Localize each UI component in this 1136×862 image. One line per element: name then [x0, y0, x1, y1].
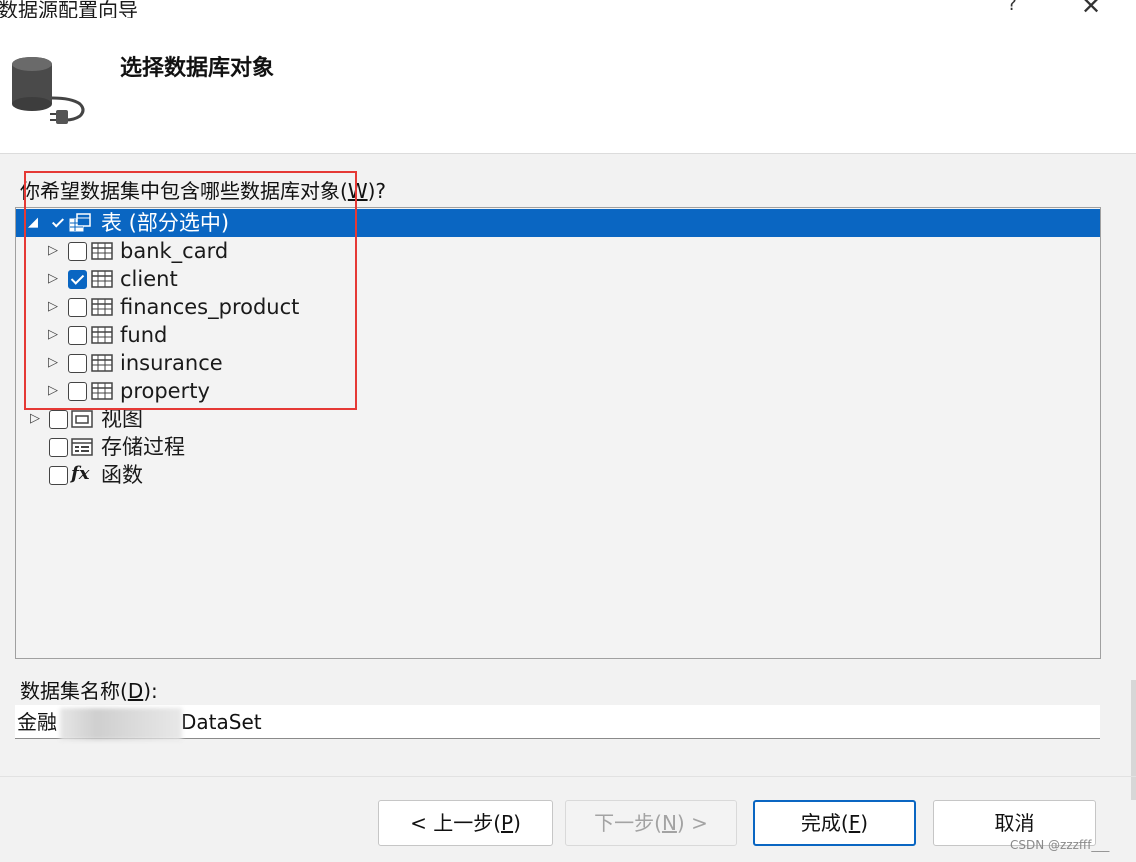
finish-button-suffix: ) [860, 811, 869, 835]
expand-arrow-icon[interactable]: ▷ [46, 377, 60, 405]
expand-arrow-icon[interactable]: ▷ [46, 293, 60, 321]
objects-question-label: 你希望数据集中包含哪些数据库对象(W)? [20, 175, 386, 204]
finish-button-mnemonic: F [848, 811, 861, 835]
dataset-name-suffix: DataSet [181, 710, 262, 734]
table-checkbox[interactable] [68, 382, 87, 401]
back-button[interactable]: < 上一步(P) [378, 800, 553, 846]
view-icon [71, 410, 93, 428]
tables-icon [69, 213, 91, 232]
tree-node-table[interactable]: ▷ property [16, 377, 1100, 405]
table-checkbox[interactable] [68, 298, 87, 317]
tree-node-table[interactable]: ▷ bank_card [16, 237, 1100, 265]
question-mnemonic: W [347, 179, 368, 203]
next-button-suffix: ) > [676, 811, 708, 835]
table-icon [91, 382, 113, 400]
collapse-arrow-icon[interactable]: ◢ [26, 209, 40, 237]
tree-node-label: fund [120, 323, 168, 347]
tree-node-table[interactable]: ▷ insurance [16, 349, 1100, 377]
function-icon: fx [71, 463, 90, 484]
title-bar: 数据源配置向导 ? ✕ [0, 0, 1136, 22]
tree-node-label: insurance [120, 351, 223, 375]
expand-arrow-icon[interactable]: ▷ [28, 405, 42, 433]
table-checkbox[interactable] [68, 242, 87, 261]
watermark: CSDN @zzzfff___ [1010, 838, 1110, 852]
table-icon [91, 242, 113, 260]
tree-node-label: bank_card [120, 239, 229, 263]
expand-arrow-icon[interactable]: ▷ [46, 349, 60, 377]
stored-procedures-checkbox[interactable] [49, 438, 68, 457]
next-button[interactable]: 下一步(N) > [565, 800, 737, 846]
expand-arrow-icon[interactable]: ▷ [46, 237, 60, 265]
help-button[interactable]: ? [1000, 0, 1024, 18]
tree-node-table[interactable]: ▷ client [16, 265, 1100, 293]
cancel-button-label: 取消 [994, 811, 1035, 835]
question-text: 你希望数据集中包含哪些数据库对象( [20, 179, 348, 203]
dataset-label-mnemonic: D [127, 679, 144, 703]
database-objects-tree[interactable]: ◢ 表 (部分选中) ▷ bank_card ▷ client ▷ financ… [15, 207, 1101, 659]
tables-checkbox[interactable] [49, 214, 68, 233]
tree-node-label: 表 (部分选中) [101, 211, 230, 235]
next-button-mnemonic: N [661, 811, 677, 835]
dataset-label-suffix: ): [143, 679, 158, 703]
functions-checkbox[interactable] [49, 466, 68, 485]
tree-node-label: property [120, 379, 210, 403]
table-checkbox[interactable] [68, 270, 87, 289]
close-button[interactable]: ✕ [1078, 0, 1104, 20]
tree-node-tables[interactable]: ◢ 表 (部分选中) [16, 209, 1100, 237]
back-button-mnemonic: P [501, 811, 514, 835]
finish-button-label: 完成( [800, 811, 849, 835]
tree-node-table[interactable]: ▷ fund [16, 321, 1100, 349]
tree-node-functions[interactable]: fx 函数 [16, 461, 1100, 489]
tree-node-label: 函数 [101, 463, 143, 487]
expand-arrow-icon[interactable]: ▷ [46, 265, 60, 293]
expand-arrow-icon[interactable]: ▷ [46, 321, 60, 349]
tree-node-label: 存储过程 [101, 435, 185, 459]
window-edge [1131, 680, 1136, 800]
dataset-name-prefix: 金融 [17, 710, 57, 734]
finish-button[interactable]: 完成(F) [753, 800, 916, 846]
question-suffix: )? [367, 179, 387, 203]
stored-procedure-icon [71, 438, 93, 456]
tree-node-label: client [120, 267, 178, 291]
views-checkbox[interactable] [49, 410, 68, 429]
tree-node-table[interactable]: ▷ finances_product [16, 293, 1100, 321]
back-button-label: < 上一步( [410, 811, 502, 835]
back-button-suffix: ) [513, 811, 521, 835]
footer-separator [0, 776, 1136, 777]
table-checkbox[interactable] [68, 326, 87, 345]
database-plug-icon [12, 57, 85, 124]
dataset-label-text: 数据集名称( [20, 679, 128, 703]
table-icon [91, 298, 113, 316]
page-heading: 选择数据库对象 [120, 56, 275, 81]
next-button-label: 下一步( [594, 811, 662, 835]
dataset-name-label: 数据集名称(D): [20, 675, 158, 704]
table-checkbox[interactable] [68, 354, 87, 373]
table-icon [91, 354, 113, 372]
redacted-blur [60, 708, 182, 740]
table-icon [91, 326, 113, 344]
tree-node-views[interactable]: ▷ 视图 [16, 405, 1100, 433]
tree-node-label: 视图 [101, 407, 143, 431]
tree-node-stored-procedures[interactable]: 存储过程 [16, 433, 1100, 461]
wizard-header: 选择数据库对象 [0, 18, 1136, 154]
tree-node-label: finances_product [120, 295, 300, 319]
table-icon [91, 270, 113, 288]
